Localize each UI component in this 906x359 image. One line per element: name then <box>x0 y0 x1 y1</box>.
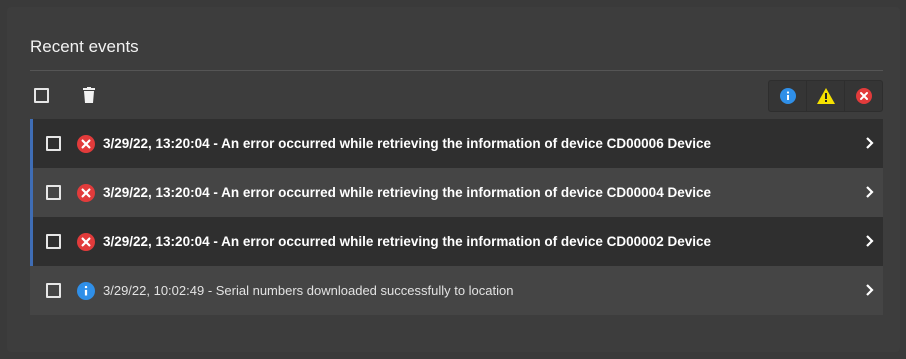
severity-filter-group <box>768 80 883 112</box>
event-message: 3/29/22, 10:02:49 - Serial numbers downl… <box>103 283 514 298</box>
event-message: 3/29/22, 13:20:04 - An error occurred wh… <box>103 234 711 249</box>
event-row[interactable]: 3/29/22, 13:20:04 - An error occurred wh… <box>30 168 883 217</box>
event-row[interactable]: 3/29/22, 13:20:04 - An error occurred wh… <box>30 119 883 168</box>
panel-title: Recent events <box>30 37 139 56</box>
info-icon <box>77 281 95 300</box>
error-icon <box>77 134 95 153</box>
event-message: 3/29/22, 13:20:04 - An error occurred wh… <box>103 136 711 151</box>
info-filter-button[interactable] <box>769 81 806 111</box>
select-all-checkbox[interactable] <box>34 88 49 103</box>
events-list: 3/29/22, 13:20:04 - An error occurred wh… <box>30 119 883 315</box>
divider <box>30 70 883 71</box>
error-filter-button[interactable] <box>844 81 882 111</box>
warning-icon <box>816 88 835 104</box>
chevron-right-icon[interactable] <box>865 283 875 297</box>
events-toolbar <box>30 79 883 112</box>
event-message: 3/29/22, 13:20:04 - An error occurred wh… <box>103 185 711 200</box>
recent-events-panel: Recent events 3/29/22, 13:20:04 - An err… <box>7 7 900 352</box>
error-icon <box>855 88 872 104</box>
error-icon <box>77 232 95 251</box>
chevron-right-icon[interactable] <box>865 136 875 150</box>
event-checkbox[interactable] <box>46 283 61 298</box>
event-row[interactable]: 3/29/22, 13:20:04 - An error occurred wh… <box>30 217 883 266</box>
chevron-right-icon[interactable] <box>865 234 875 248</box>
trash-icon[interactable] <box>83 87 95 103</box>
warning-filter-button[interactable] <box>806 81 844 111</box>
event-checkbox[interactable] <box>46 136 61 151</box>
event-checkbox[interactable] <box>46 234 61 249</box>
info-icon <box>779 88 796 104</box>
event-row[interactable]: 3/29/22, 10:02:49 - Serial numbers downl… <box>30 266 883 315</box>
error-icon <box>77 183 95 202</box>
event-checkbox[interactable] <box>46 185 61 200</box>
chevron-right-icon[interactable] <box>865 185 875 199</box>
